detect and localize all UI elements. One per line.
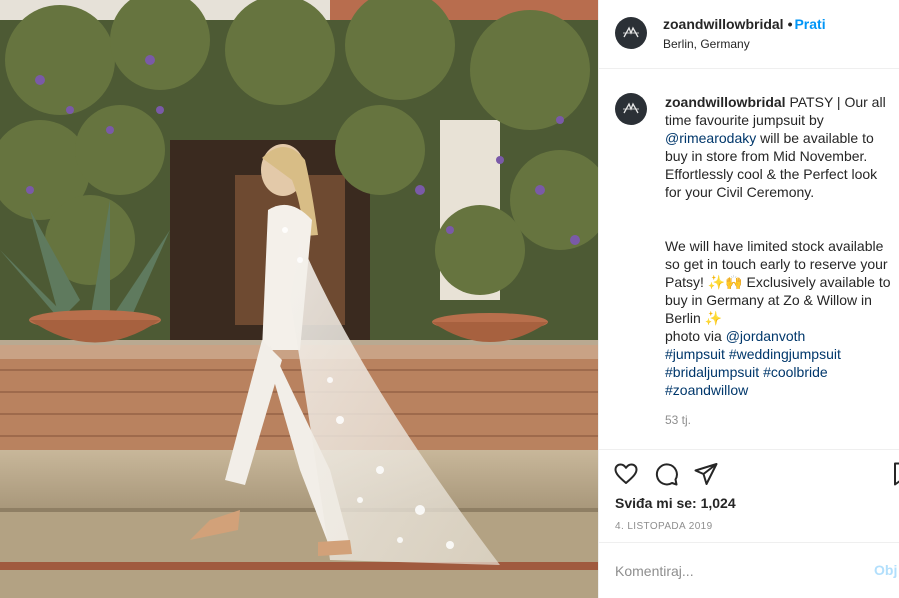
hashtag-link[interactable]: #bridaljumpsuit (665, 364, 759, 380)
photo-credit-prefix: photo via (665, 328, 726, 344)
hashtags-line-1: #jumpsuit #weddingjumpsuit (665, 345, 897, 363)
post-header: zoandwillowbridal • Prati Berlin, Germany (599, 0, 899, 69)
caption-text: zoandwillowbridal PATSY | Our all time f… (665, 93, 897, 429)
hashtags-line-3: #zoandwillow (665, 381, 897, 399)
zo-willow-logo-icon (623, 26, 639, 38)
bride-walking-photo (0, 0, 598, 598)
share-paper-plane-icon (694, 463, 718, 485)
hashtag-link[interactable]: #zoandwillow (665, 382, 748, 398)
like-button[interactable] (613, 461, 639, 487)
caption-gap (665, 201, 897, 237)
follow-separator: • (787, 16, 793, 32)
likes-count[interactable]: Sviđa mi se: 1,024 (615, 495, 736, 511)
hashtag-link[interactable]: #weddingjumpsuit (729, 346, 841, 362)
caption-username[interactable]: zoandwillowbridal (665, 94, 786, 110)
hashtag-link[interactable]: #coolbride (763, 364, 828, 380)
caption-section: zoandwillowbridal PATSY | Our all time f… (599, 70, 899, 448)
avatar[interactable] (615, 17, 647, 49)
instagram-post: zoandwillowbridal • Prati Berlin, Germany … (0, 0, 899, 598)
zo-willow-logo-icon (623, 102, 639, 114)
caption-paragraph-2: We will have limited stock available so … (665, 238, 891, 326)
header-text: zoandwillowbridal • Prati Berlin, Germany (663, 16, 826, 51)
post-photo[interactable] (0, 0, 598, 598)
comment-input[interactable] (615, 561, 855, 581)
share-button[interactable] (693, 461, 719, 487)
caption-paragraph-1: zoandwillowbridal PATSY | Our all time f… (665, 93, 897, 201)
hashtags-line-2: #bridaljumpsuit #coolbride (665, 363, 897, 381)
comment-form: Obj (599, 542, 899, 598)
post-comment-button[interactable]: Obj (874, 562, 897, 578)
comment-bubble-icon (655, 463, 678, 486)
hashtag-link[interactable]: #jumpsuit (665, 346, 725, 362)
heart-icon (614, 463, 638, 484)
follow-button[interactable]: Prati (794, 16, 825, 32)
caption-time-ago[interactable]: 53 tj. (665, 411, 897, 429)
action-bar: Sviđa mi se: 1,024 4. listopada 2019 (599, 449, 899, 541)
mention-rimearodaky[interactable]: @rimearodaky (665, 130, 756, 146)
save-button[interactable] (891, 461, 899, 487)
bookmark-icon (894, 462, 899, 486)
caption-avatar[interactable] (615, 93, 647, 125)
photo-credit: photo via @jordanvoth (665, 327, 897, 345)
post-date[interactable]: 4. listopada 2019 (615, 521, 713, 532)
location-link[interactable]: Berlin, Germany (663, 37, 826, 51)
mention-jordanvoth[interactable]: @jordanvoth (726, 328, 806, 344)
header-username[interactable]: zoandwillowbridal (663, 16, 784, 32)
comment-button[interactable] (653, 461, 679, 487)
post-side-panel: zoandwillowbridal • Prati Berlin, Germany … (598, 0, 899, 598)
